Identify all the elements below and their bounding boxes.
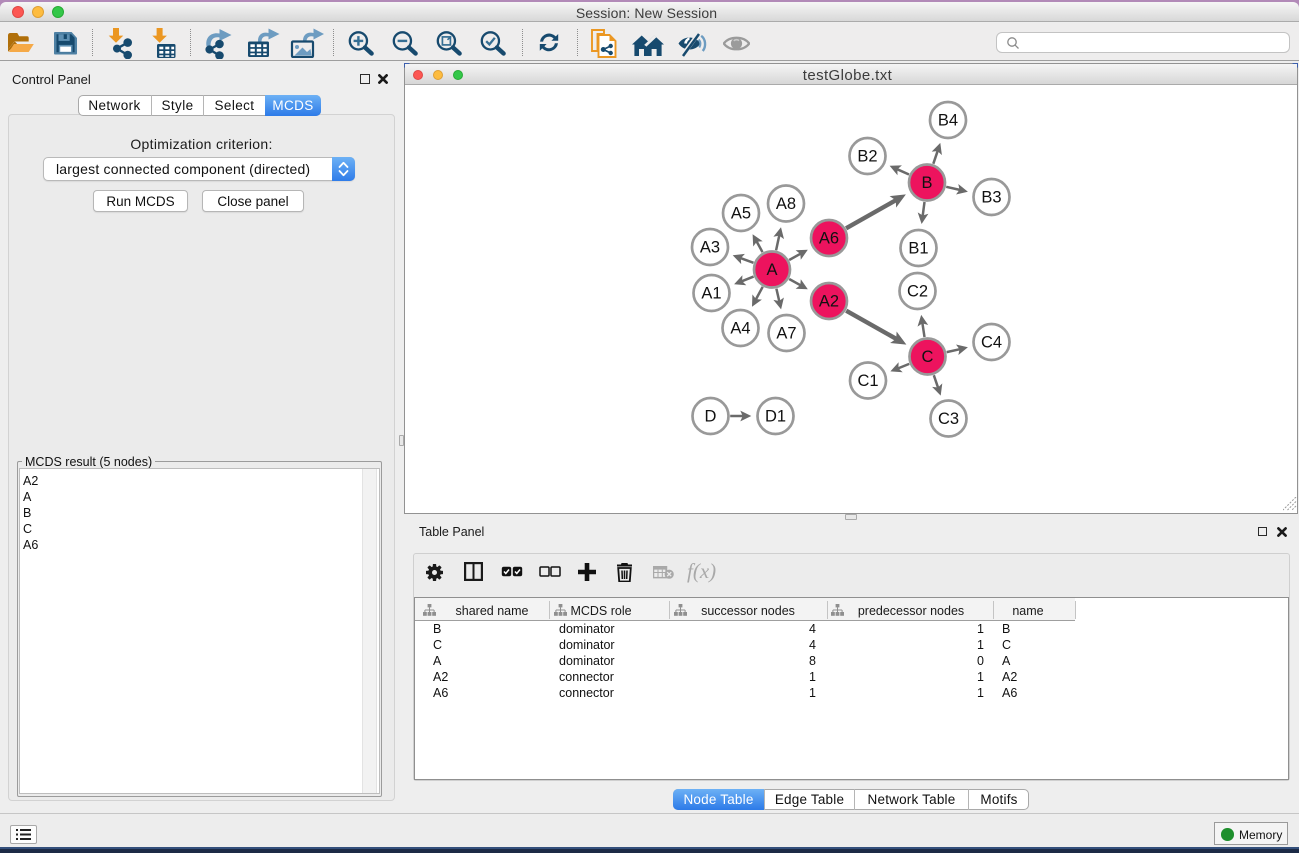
svg-text:B: B bbox=[921, 174, 932, 192]
svg-text:B4: B4 bbox=[938, 112, 958, 130]
svg-text:A2: A2 bbox=[819, 293, 839, 311]
svg-text:A4: A4 bbox=[730, 320, 750, 338]
svg-text:B2: B2 bbox=[857, 148, 877, 166]
svg-text:A: A bbox=[766, 261, 777, 279]
svg-text:A5: A5 bbox=[731, 205, 751, 223]
svg-text:D1: D1 bbox=[765, 408, 786, 426]
svg-text:B3: B3 bbox=[981, 189, 1001, 207]
svg-text:C: C bbox=[922, 348, 934, 366]
svg-text:C2: C2 bbox=[907, 283, 928, 301]
svg-text:A1: A1 bbox=[701, 285, 721, 303]
svg-text:C1: C1 bbox=[857, 372, 878, 390]
svg-text:C3: C3 bbox=[938, 410, 959, 428]
svg-text:A8: A8 bbox=[776, 195, 796, 213]
svg-text:A7: A7 bbox=[776, 325, 796, 343]
svg-text:C4: C4 bbox=[981, 334, 1002, 352]
svg-text:B1: B1 bbox=[908, 240, 928, 258]
svg-text:A6: A6 bbox=[819, 230, 839, 248]
svg-text:A3: A3 bbox=[700, 239, 720, 257]
svg-text:D: D bbox=[705, 408, 717, 426]
